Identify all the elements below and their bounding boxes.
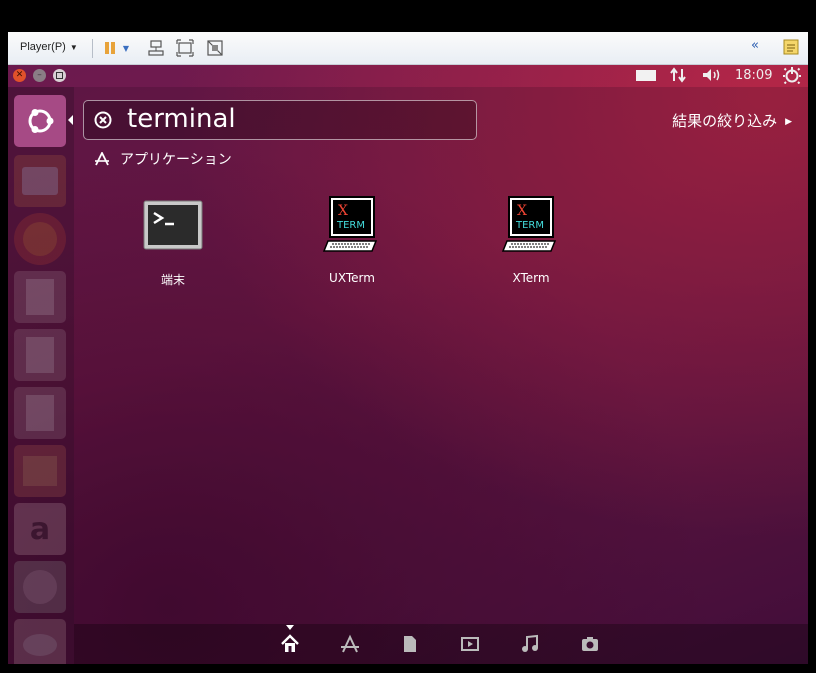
svg-text:TERM: TERM [515,220,544,231]
writer-icon [26,279,54,315]
section-title: アプリケーション [120,152,232,168]
triangle-right-icon: ▶ [785,117,792,127]
power-gear-icon [783,67,801,85]
maximize-window-button[interactable] [53,69,66,82]
lens-photos[interactable] [580,634,600,654]
launcher-settings[interactable] [14,561,66,613]
filter-results-button[interactable]: 結果の絞り込み ▶ [672,110,792,131]
sound-indicator[interactable] [701,67,723,87]
files-icon [22,167,58,195]
keyboard-indicator[interactable] [636,70,656,85]
app-result-terminal[interactable]: 端末 [118,193,228,288]
unity-mode-button[interactable] [205,38,225,58]
double-chevron-left-icon: « [751,38,759,53]
active-lens-marker [286,625,294,630]
clear-search-icon[interactable] [94,111,112,129]
ubuntu-desktop: ✕ – 18:09 a terminal 結果の絞り込み ▶ アプリケーション … [8,65,808,664]
launcher-writer[interactable] [14,271,66,323]
close-icon: ✕ [15,70,24,80]
volume-icon [703,69,720,81]
launcher-calc[interactable] [14,329,66,381]
pause-dropdown-button[interactable]: ▼ [120,38,132,58]
top-panel: ✕ – 18:09 [8,65,808,87]
system-icon [23,634,57,656]
network-indicator[interactable] [669,67,687,87]
pause-icon [105,42,115,54]
launcher-software-center[interactable] [14,445,66,497]
ubuntu-dash-icon [28,109,54,133]
network-arrows-icon [670,67,686,83]
search-input[interactable]: terminal [127,104,236,134]
minimize-icon: – [37,70,42,80]
app-label: 端末 [160,273,185,287]
lens-applications[interactable] [340,634,360,654]
launcher-active-arrow [68,115,73,125]
toolbar-separator [92,39,93,58]
keyboard-icon [636,70,656,81]
chevron-down-icon: ▼ [122,43,130,53]
svg-text:X: X [338,203,348,219]
player-menu-label: Player(P) [20,41,66,53]
video-lens-icon [461,637,479,651]
launcher-system[interactable] [14,619,66,664]
terminal-icon [143,200,203,250]
lens-home[interactable] [280,634,300,654]
app-result-uxterm[interactable]: X TERM UXTerm [297,193,407,285]
message-log-button[interactable] [782,38,800,60]
impress-icon [26,395,54,431]
applications-section-header: アプリケーション [94,149,232,169]
collapse-toolbar-button[interactable]: « [751,38,759,53]
applications-lens-icon [341,634,359,653]
lens-bar [74,624,808,664]
app-label: UXTerm [329,271,375,285]
dash-overlay [74,87,808,664]
photos-lens-icon [582,637,598,651]
amazon-icon: a [29,511,51,547]
software-center-icon [23,456,57,486]
lens-music[interactable] [520,634,540,654]
chevron-down-icon: ▼ [69,43,78,52]
fullscreen-button[interactable] [175,38,195,58]
session-indicator[interactable] [783,66,801,88]
launcher-impress[interactable] [14,387,66,439]
firefox-icon [23,222,57,256]
app-label: XTerm [512,271,550,285]
svg-text:X: X [517,203,527,219]
music-lens-icon [522,634,538,652]
notes-icon [783,39,799,55]
applications-category-icon [95,152,109,166]
files-lens-icon [404,636,416,652]
launcher-firefox[interactable] [14,213,66,265]
launcher-amazon[interactable]: a [14,503,66,555]
svg-text:TERM: TERM [336,220,365,231]
lens-files[interactable] [400,634,420,654]
app-result-xterm[interactable]: X TERM XTerm [476,193,586,285]
launcher-files[interactable] [14,155,66,207]
minimize-window-button[interactable]: – [33,69,46,82]
filter-results-label: 結果の絞り込み [672,112,778,130]
xterm-icon: X TERM [501,196,557,252]
dash-search-box[interactable]: terminal [83,100,477,140]
send-ctrl-alt-del-button[interactable] [146,38,166,58]
settings-icon [23,570,57,604]
player-menu[interactable]: Player(P) ▼ [20,41,78,53]
unity-icon [207,40,223,56]
launcher-dash-button[interactable] [14,95,66,147]
home-lens-icon [281,634,299,652]
close-window-button[interactable]: ✕ [13,69,26,82]
vm-player-toolbar: Player(P) ▼ ▼ « [8,32,808,65]
calc-icon [26,337,54,373]
pause-button[interactable] [100,38,120,58]
launcher: a [8,87,74,664]
devices-icon [148,40,164,56]
xterm-icon: X TERM [322,196,378,252]
clock[interactable]: 18:09 [735,68,772,83]
maximize-icon [56,72,63,79]
fullscreen-icon [176,39,194,57]
lens-video[interactable] [460,634,480,654]
